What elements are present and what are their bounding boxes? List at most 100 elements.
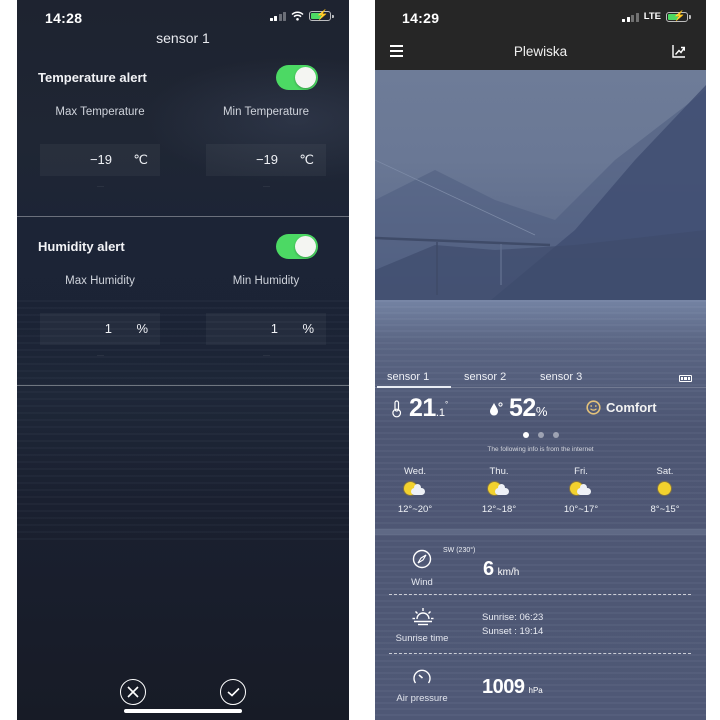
signal-icon: [622, 12, 639, 22]
forecast-temp-range: 10°~17°: [563, 504, 599, 515]
alert-settings-screen: 14:28 ⚡ sensor 1 Temperature alert Max T…: [17, 0, 349, 720]
forecast-day-name: Thu.: [489, 466, 509, 477]
page-dot-3[interactable]: [553, 432, 559, 438]
humidity-drop-icon: [490, 401, 503, 415]
battery-icon: ⚡: [666, 11, 691, 22]
temperature-unit: °: [445, 400, 449, 409]
air-pressure-value: 1009: [482, 676, 525, 698]
weather-dashboard-screen: 14:29 LTE ⚡ Plewiska sensor 1 sensor 2 s…: [375, 0, 706, 720]
sunset-time: Sunset : 19:14: [482, 626, 544, 637]
min-humidity-value: 1: [270, 321, 278, 336]
battery-icon: ⚡: [309, 10, 334, 21]
sensor-tabs: sensor 1 sensor 2 sensor 3: [375, 370, 706, 388]
min-temperature-picker[interactable]: −19 ℃: [206, 144, 326, 176]
page-title: sensor 1: [156, 30, 210, 46]
temperature-reading: 21 .1 °: [391, 394, 448, 423]
picker-ghost-value: —: [97, 183, 104, 190]
comfort-label: Comfort: [606, 400, 657, 415]
status-icons: LTE ⚡: [622, 11, 691, 22]
location-title: Plewiska: [513, 44, 568, 59]
status-icons: ⚡: [269, 10, 334, 21]
trend-chart-icon[interactable]: [672, 44, 686, 58]
max-humidity-value: 1: [104, 321, 112, 336]
forecast-day: Fri. 10°~17°: [551, 466, 611, 515]
temperature-value: 21: [409, 394, 436, 422]
sunrise-label: Sunrise time: [395, 633, 449, 644]
toggle-knob: [295, 67, 316, 88]
internet-info-note: The following info is from the internet: [487, 446, 594, 453]
confirm-button[interactable]: [220, 679, 246, 705]
forecast-temp-range: 12°~20°: [397, 504, 433, 515]
network-type: LTE: [643, 11, 661, 22]
partly-cloudy-icon: [486, 481, 512, 499]
sensor-battery-icon: [679, 375, 692, 382]
forecast-day: Thu. 12°~18°: [469, 466, 529, 515]
min-humidity-unit: %: [302, 321, 314, 336]
max-humidity-picker[interactable]: 1 %: [40, 313, 160, 345]
max-humidity-label: Max Humidity: [65, 275, 135, 287]
sunrise-icon: [412, 608, 434, 626]
tab-sensor-2[interactable]: sensor 2: [464, 371, 506, 383]
status-time: 14:29: [402, 10, 440, 26]
min-temperature-label: Min Temperature: [222, 106, 310, 118]
sun-times: Sunrise: 06:23 Sunset : 19:14: [482, 611, 543, 639]
temperature-decimal: .1: [435, 407, 445, 419]
max-temperature-picker[interactable]: −19 ℃: [40, 144, 160, 176]
forecast-day-name: Wed.: [403, 466, 426, 477]
close-icon: [127, 686, 139, 698]
temperature-alert-label: Temperature alert: [38, 70, 147, 85]
max-temperature-value: −19: [89, 152, 112, 167]
wind-direction: SW (230°): [443, 547, 476, 554]
wind-speed: 6 km/h: [483, 558, 519, 581]
temperature-alert-toggle[interactable]: [276, 65, 318, 90]
humidity-value: 52: [509, 394, 536, 422]
top-bar: 14:29 LTE ⚡ Plewiska: [375, 0, 706, 70]
status-bar: 14:28 ⚡: [17, 0, 349, 34]
page-dot-1[interactable]: [523, 432, 529, 438]
picker-ghost-value: —: [263, 352, 270, 359]
smiley-icon: [586, 400, 601, 415]
dashed-divider: [389, 594, 691, 595]
cancel-button[interactable]: [120, 679, 146, 705]
page-indicator: [523, 432, 559, 438]
min-temperature-unit: ℃: [299, 152, 314, 167]
signal-icon: [269, 11, 286, 21]
humidity-alert-label: Humidity alert: [38, 239, 125, 254]
max-temperature-unit: ℃: [133, 152, 148, 167]
forecast-row: Wed. 12°~20° Thu. 12°~18° Fri. 10°~17° S…: [375, 466, 706, 528]
air-pressure-reading: 1009 hPa: [482, 676, 543, 699]
section-divider: [17, 216, 349, 217]
comfort-indicator: Comfort: [586, 400, 657, 415]
wind-speed-value: 6: [483, 558, 494, 580]
forecast-separator: [375, 529, 706, 535]
tab-sensor-3[interactable]: sensor 3: [540, 371, 582, 383]
forecast-day: Wed. 12°~20°: [385, 466, 445, 515]
section-divider: [17, 385, 349, 386]
min-temperature-value: −19: [255, 152, 278, 167]
wind-label: Wind: [411, 577, 433, 588]
dashed-divider: [389, 653, 691, 654]
forecast-temp-range: 12°~18°: [481, 504, 517, 515]
max-temperature-label: Max Temperature: [55, 106, 145, 118]
picker-ghost-value: —: [263, 183, 270, 190]
wifi-icon: [291, 11, 304, 21]
tab-sensor-1[interactable]: sensor 1: [387, 371, 429, 383]
status-time: 14:28: [45, 10, 83, 26]
humidity-reading: 52 %: [488, 394, 547, 423]
sunrise-time: Sunrise: 06:23: [482, 612, 544, 623]
forecast-day-name: Sat.: [656, 466, 674, 477]
active-tab-indicator: [377, 386, 451, 388]
partly-cloudy-icon: [568, 481, 594, 499]
gauge-icon: [413, 669, 431, 684]
picker-ghost-value: —: [97, 352, 104, 359]
page-dot-2[interactable]: [538, 432, 544, 438]
sunny-icon: [652, 481, 678, 499]
max-humidity-unit: %: [136, 321, 148, 336]
humidity-alert-toggle[interactable]: [276, 234, 318, 259]
air-pressure-unit: hPa: [528, 686, 543, 695]
thermometer-icon: [392, 399, 402, 417]
min-humidity-label: Min Humidity: [232, 275, 300, 287]
air-pressure-label: Air pressure: [396, 693, 448, 704]
min-humidity-picker[interactable]: 1 %: [206, 313, 326, 345]
compass-icon: [412, 549, 432, 569]
